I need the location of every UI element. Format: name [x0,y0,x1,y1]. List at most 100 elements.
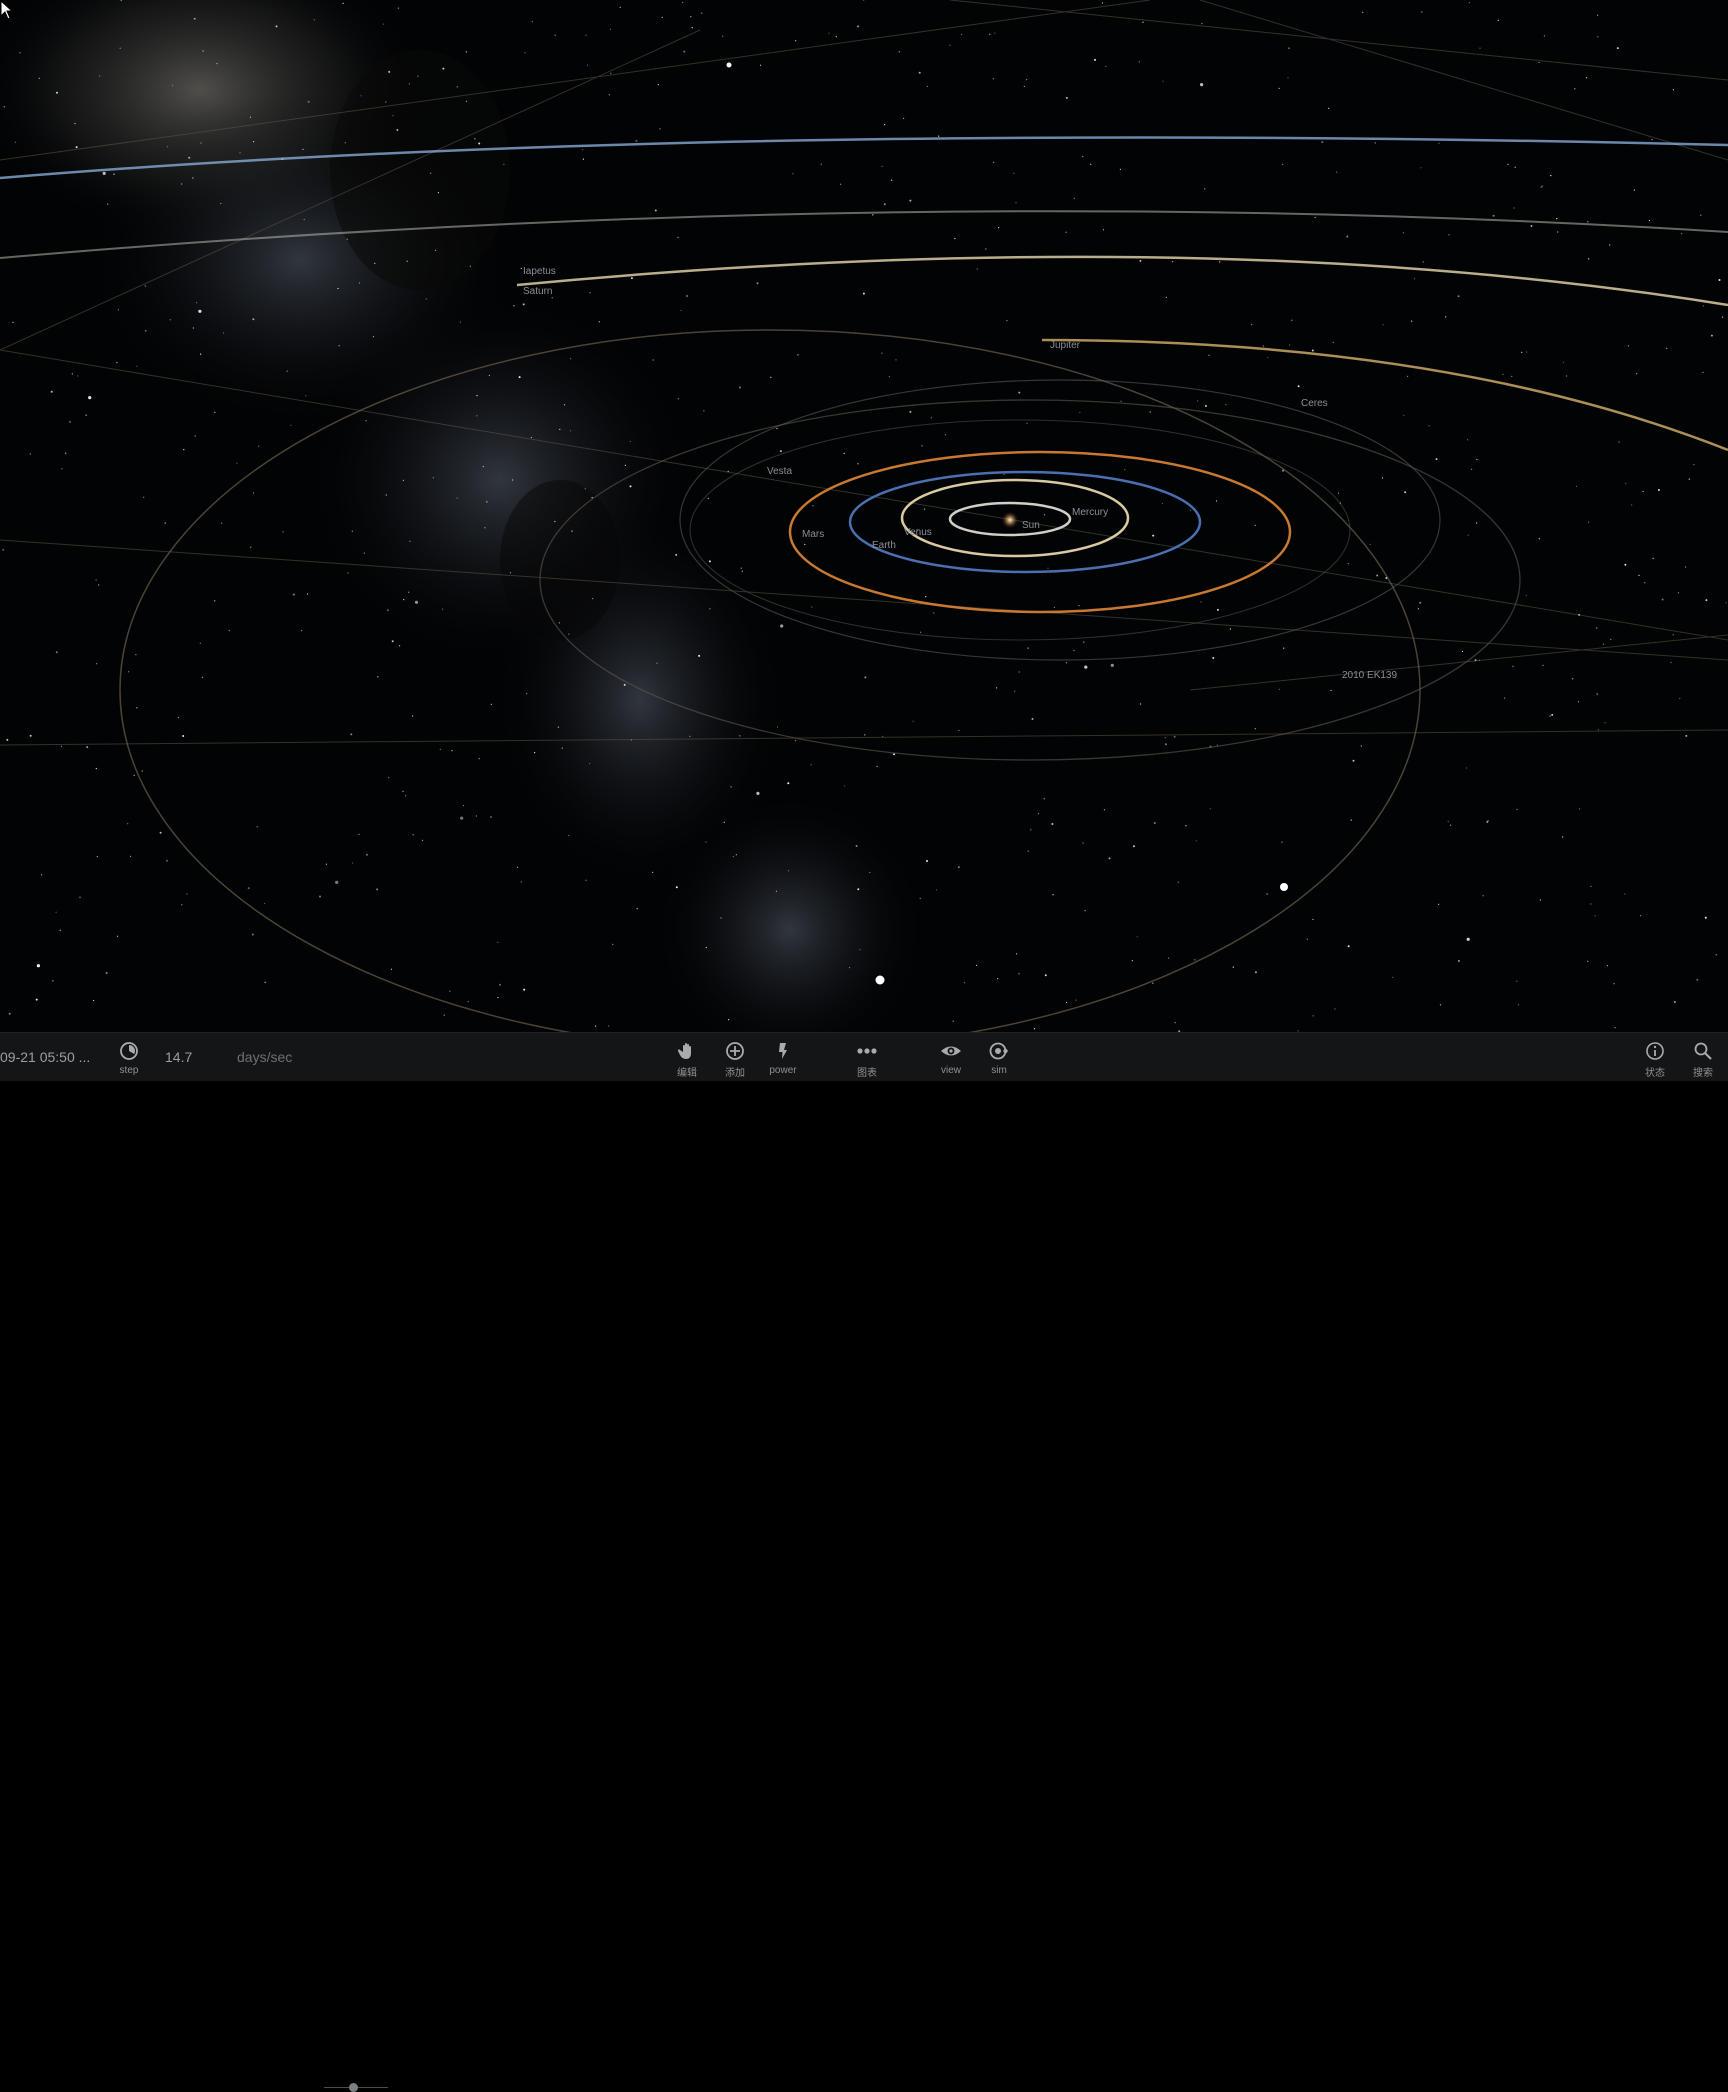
star [1657,489,1660,491]
add-button[interactable]: 添加 [712,1037,758,1079]
star [377,676,379,678]
view-button[interactable]: view [928,1037,974,1079]
step-button[interactable]: step [106,1037,152,1079]
star [143,496,145,498]
label-sun[interactable]: Sun [1022,520,1040,531]
power-button[interactable]: power [760,1037,806,1079]
star [522,303,525,306]
star [709,608,711,610]
label-vesta[interactable]: Vesta [767,466,792,477]
star [584,488,586,490]
star [1513,207,1515,209]
simulation-datetime[interactable]: 09-21 05:50 ... [0,1049,90,1065]
star [1044,974,1047,977]
star [722,35,724,37]
star [1465,767,1467,769]
star [1636,373,1638,375]
star [99,75,101,77]
status-button[interactable]: 状态 [1632,1037,1678,1079]
star [52,980,54,982]
sim-label: sim [991,1065,1007,1076]
star [351,862,353,864]
star [756,791,760,796]
star [1105,65,1107,67]
star [1337,492,1340,494]
star [518,376,521,379]
star [425,298,427,300]
star [474,138,476,140]
star [144,285,146,287]
edit-label: 编辑 [677,1068,697,1079]
label-ceres[interactable]: Ceres [1301,398,1328,409]
star [610,72,612,74]
star [38,77,40,79]
star [460,816,464,820]
star [998,227,1000,229]
star [1516,808,1518,811]
star [1073,650,1075,652]
star [1392,976,1394,978]
star [1026,422,1028,424]
star [50,390,53,393]
label-2010-ek139[interactable]: 2010 EK139 [1342,670,1397,681]
star [997,978,999,980]
chart-button[interactable]: 图表 [844,1037,890,1079]
star [402,790,404,793]
time-units[interactable]: days/sec [237,1049,292,1065]
star [220,202,222,205]
solar-system-viewport[interactable]: Iapetus Saturn Jupiter Ceres Vesta Mercu… [0,0,1728,1032]
label-saturn-moon[interactable]: Iapetus [523,266,556,277]
star [1152,982,1154,984]
star [1587,221,1589,223]
star [794,740,797,742]
edit-button[interactable]: 编辑 [664,1037,710,1079]
search-button[interactable]: 搜索 [1680,1037,1726,1079]
star [350,733,353,736]
bright-star [875,975,885,985]
star [98,584,100,586]
label-jupiter[interactable]: Jupiter [1050,340,1081,351]
label-earth[interactable]: Earth [872,540,896,551]
star [1014,690,1016,692]
star [857,463,859,465]
star [1164,743,1167,746]
star [59,929,61,931]
label-venus[interactable]: Venus [904,527,932,538]
star [421,839,424,841]
star [181,904,183,906]
speed-slider-knob[interactable] [349,2083,358,2092]
space-canvas: Iapetus Saturn Jupiter Ceres Vesta Mercu… [0,0,1728,1032]
star [985,248,987,250]
star [891,179,893,181]
star [1282,163,1284,165]
star [1688,478,1690,480]
star [1321,141,1324,144]
star [1587,960,1589,962]
star [1693,464,1695,466]
star [1350,819,1352,821]
step-value[interactable]: 14.7 [165,1049,192,1065]
star [958,729,960,732]
sun[interactable] [1001,511,1019,529]
star [935,889,938,891]
star [811,606,813,608]
star [705,946,707,949]
star [1477,459,1479,461]
star [1487,820,1489,822]
speed-slider[interactable] [324,2083,388,2092]
sim-button[interactable]: sim [976,1037,1022,1079]
label-saturn[interactable]: Saturn [523,286,552,297]
star [1585,77,1588,79]
star [683,50,686,53]
label-mars[interactable]: Mars [802,529,824,540]
star [531,21,534,23]
star [408,83,410,85]
star [820,163,822,165]
label-mercury[interactable]: Mercury [1072,507,1108,518]
star [1677,592,1680,594]
star [888,376,891,378]
star [923,508,926,510]
star [1627,345,1630,347]
star [441,608,444,610]
star [1402,232,1404,234]
